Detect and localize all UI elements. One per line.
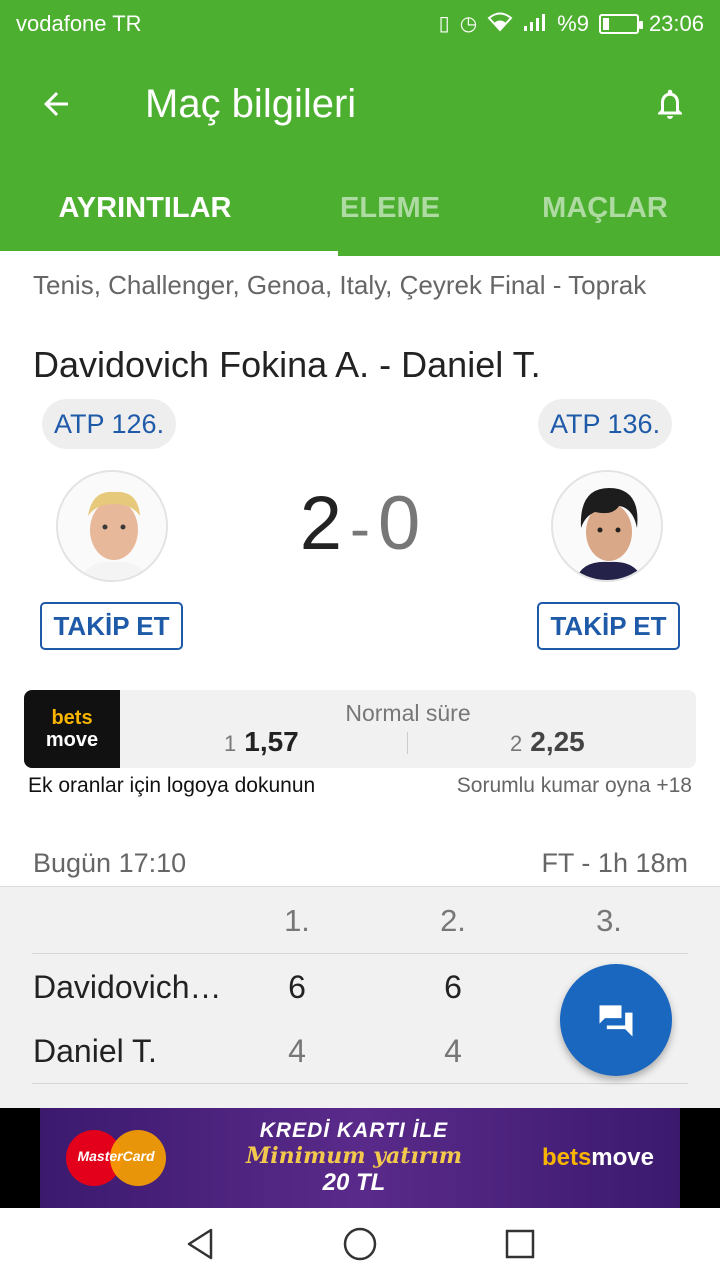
ad-brand-part-1: bets	[541, 1144, 592, 1171]
home-score: 2	[299, 481, 342, 566]
set-score: 4	[288, 1033, 306, 1069]
home-odd-index: 1	[224, 731, 237, 756]
away-odd-index: 2	[510, 731, 523, 756]
logo-text-top: bets	[51, 707, 93, 729]
match-duration: FT - 1h 18m	[541, 848, 688, 878]
follow-home-button[interactable]: TAKİP ET	[40, 602, 183, 650]
battery-percent: %9	[557, 11, 589, 36]
status-bar: vodafone TR ▯ ◷ %9 23:06	[0, 0, 720, 48]
carrier-name: vodafone TR	[16, 11, 142, 36]
nav-home-button[interactable]	[330, 1214, 390, 1274]
battery-icon	[598, 14, 643, 34]
page-title: Maç bilgileri	[145, 81, 357, 126]
home-odd-value: 1,57	[244, 726, 299, 757]
set-score: 6	[288, 969, 306, 1005]
alarm-icon: ◷	[459, 13, 478, 35]
odds-body: Normal süre 1 1,57 2 2,25	[120, 690, 696, 768]
player-photo	[58, 472, 166, 580]
odds-hint: Ek oranlar için logoya dokunun	[28, 774, 316, 797]
set-header-2: 2.	[440, 903, 466, 938]
logo-text-bottom: move	[45, 729, 99, 751]
chat-icon	[599, 1005, 633, 1037]
match-score: 2-0	[270, 480, 450, 567]
ad-banner[interactable]: MasterCard KREDİ KARTI İLE Minimum yatır…	[40, 1108, 680, 1208]
triangle-back-icon	[187, 1228, 213, 1260]
away-odd-value: 2,25	[530, 726, 585, 757]
betsmove-logo[interactable]: bets move	[24, 690, 120, 768]
wifi-icon	[487, 12, 513, 36]
table-row-player-2: Daniel T.	[33, 1033, 157, 1069]
tab-matches[interactable]: MAÇLAR	[490, 160, 720, 256]
arrow-left-icon	[44, 92, 68, 116]
set-score: 6	[444, 969, 462, 1005]
nav-back-button[interactable]	[170, 1214, 230, 1274]
odds-panel: bets move Normal süre 1 1,57 2 2,25	[24, 690, 696, 768]
ad-line-3: 20 TL	[322, 1169, 386, 1196]
odds-divider	[407, 732, 408, 754]
tab-details[interactable]: AYRINTILAR	[0, 160, 338, 256]
away-score: 0	[377, 481, 421, 566]
odds-label: Normal süre	[345, 700, 471, 726]
ad-line-2: Minimum yatırım	[245, 1143, 462, 1169]
back-button[interactable]	[0, 48, 112, 160]
set-header-1: 1.	[284, 903, 310, 938]
bell-icon	[658, 89, 682, 119]
ad-brand-logo: betsmove	[542, 1144, 654, 1172]
status-icons: ▯ ◷ %9 23:06	[439, 11, 704, 37]
set-header-3: 3.	[596, 903, 622, 938]
square-recents-icon	[505, 1229, 535, 1259]
tab-bar: AYRINTILAR ELEME MAÇLAR	[0, 160, 720, 256]
divider	[32, 1083, 688, 1084]
system-nav-bar	[0, 1208, 720, 1280]
vibrate-icon: ▯	[438, 13, 450, 35]
ad-line-1: KREDİ KARTI İLE	[259, 1119, 449, 1142]
app-bar: Maç bilgileri	[0, 48, 720, 160]
mastercard-text: MasterCard	[77, 1148, 155, 1164]
home-rank-badge[interactable]: ATP 126.	[42, 399, 177, 449]
follow-away-button[interactable]: TAKİP ET	[537, 602, 680, 650]
home-odd[interactable]: 1 1,57	[224, 726, 299, 758]
circle-home-icon	[343, 1227, 377, 1261]
nav-recents-button[interactable]	[490, 1214, 550, 1274]
breadcrumb: Tenis, Challenger, Genoa, Italy, Çeyrek …	[33, 270, 647, 300]
away-odd[interactable]: 2 2,25	[510, 726, 585, 758]
table-row-player-1: Davidovich…	[33, 969, 222, 1005]
ad-strip: MasterCard KREDİ KARTI İLE Minimum yatır…	[0, 1108, 720, 1208]
signal-icon	[523, 12, 547, 36]
clock: 23:06	[648, 11, 704, 36]
chat-fab[interactable]	[560, 964, 672, 1076]
set-score: 4	[444, 1033, 462, 1069]
home-player-avatar[interactable]	[56, 470, 168, 582]
match-date: Bugün 17:10	[33, 848, 187, 878]
tab-draw[interactable]: ELEME	[290, 160, 490, 256]
mastercard-logo: MasterCard	[66, 1130, 166, 1186]
ad-brand-part-2: move	[591, 1144, 654, 1171]
player-photo	[553, 472, 661, 580]
away-player-avatar[interactable]	[551, 470, 663, 582]
score-separator: -	[350, 495, 370, 562]
divider	[32, 953, 688, 954]
match-title: Davidovich Fokina A. - Daniel T.	[33, 344, 541, 385]
responsible-gambling-note: Sorumlu kumar oyna +18	[456, 774, 692, 797]
away-rank-badge[interactable]: ATP 136.	[538, 399, 673, 449]
ad-text: KREDİ KARTI İLE Minimum yatırım 20 TL	[246, 1119, 462, 1197]
notifications-button[interactable]	[620, 48, 720, 160]
